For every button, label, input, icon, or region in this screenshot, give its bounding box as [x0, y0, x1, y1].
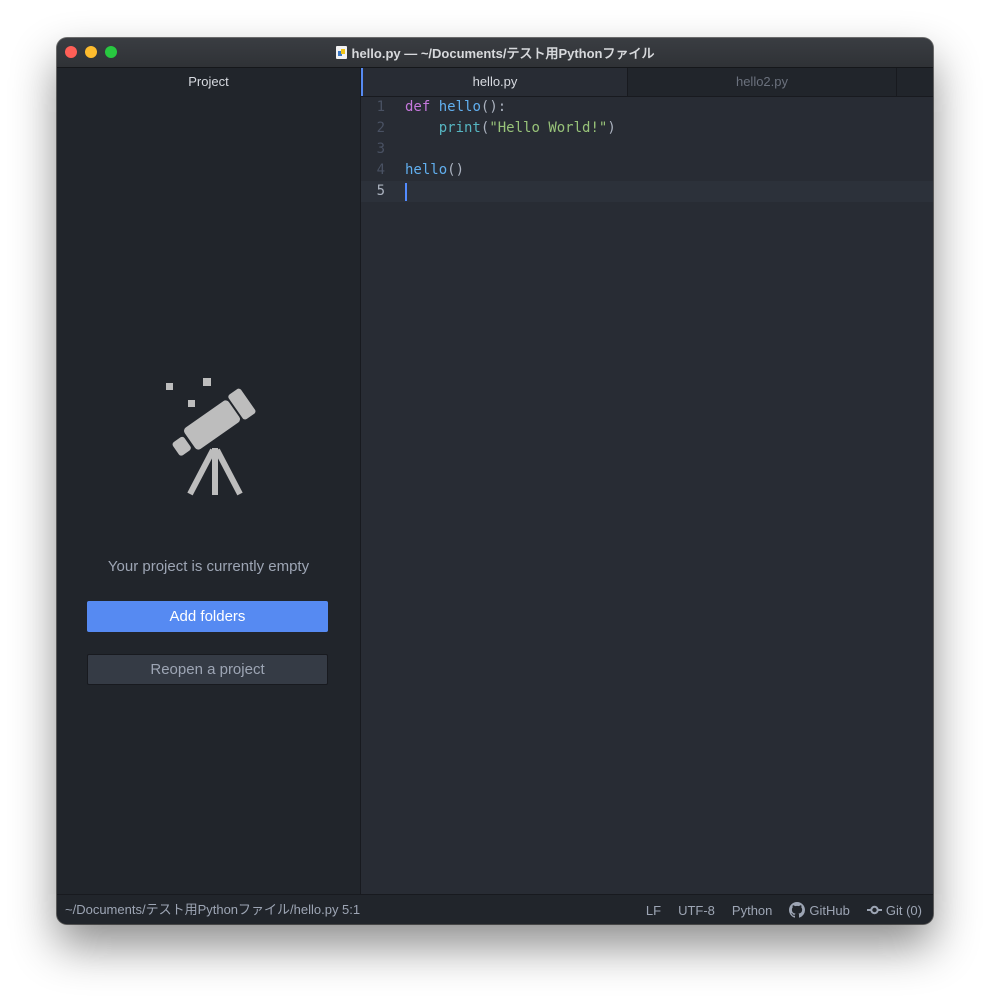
- code-line: 4 hello(): [361, 160, 933, 181]
- git-commit-icon: [866, 905, 882, 915]
- github-icon: [789, 902, 806, 918]
- github-label: GitHub: [809, 902, 850, 918]
- add-folders-button[interactable]: Add folders: [87, 601, 328, 632]
- line-number: 2: [376, 120, 385, 136]
- code-line: 1 def hello():: [361, 97, 933, 118]
- text-cursor: [405, 183, 407, 201]
- tab-hello2-py[interactable]: hello2.py: [627, 68, 897, 96]
- code-line: 2 print("Hello World!"): [361, 118, 933, 139]
- code-line-current: 5: [361, 181, 933, 202]
- python-file-icon: [335, 46, 347, 59]
- github-button[interactable]: GitHub: [789, 902, 850, 918]
- status-bar: ~/Documents/テスト用Pythonファイル/hello.py 5:1 …: [57, 894, 933, 924]
- line-number: 4: [376, 162, 385, 178]
- line-number: 3: [376, 141, 385, 157]
- code-text: def hello():: [405, 99, 507, 115]
- encoding-selector[interactable]: UTF-8: [678, 903, 715, 918]
- status-file-path[interactable]: ~/Documents/テスト用Pythonファイル/hello.py: [65, 895, 338, 924]
- code-text: hello(): [405, 162, 465, 178]
- empty-project-message: Your project is currently empty: [107, 558, 310, 575]
- window-title-group: hello.py — ~/Documents/テスト用Pythonファイル: [57, 38, 933, 67]
- project-panel: Project Your project is currently empty …: [57, 68, 361, 894]
- window-title: hello.py — ~/Documents/テスト用Pythonファイル: [351, 46, 655, 61]
- project-tab[interactable]: Project: [57, 68, 360, 96]
- code-line: 3: [361, 139, 933, 160]
- line-number: 1: [376, 99, 385, 115]
- editor-window: hello.py — ~/Documents/テスト用Pythonファイル Pr…: [57, 38, 933, 924]
- tab-hello-py[interactable]: hello.py: [361, 68, 627, 96]
- line-number: 5: [376, 183, 385, 199]
- grammar-selector[interactable]: Python: [732, 903, 772, 918]
- title-bar[interactable]: hello.py — ~/Documents/テスト用Pythonファイル: [57, 38, 933, 68]
- git-button[interactable]: Git (0): [866, 902, 922, 918]
- git-label: Git (0): [885, 902, 922, 918]
- status-cursor-position[interactable]: 5:1: [342, 895, 360, 924]
- code-text: print("Hello World!"): [438, 120, 616, 136]
- reopen-project-button[interactable]: Reopen a project: [87, 654, 328, 685]
- telescope-icon: [166, 378, 256, 496]
- line-ending-selector[interactable]: LF: [646, 903, 661, 918]
- code-editor[interactable]: 1 def hello(): 2 print("Hello World!") 3…: [361, 97, 933, 894]
- status-right-group: LF UTF-8 Python GitHub Git (0): [646, 895, 922, 924]
- editor-tab-bar: hello.py hello2.py: [361, 68, 933, 97]
